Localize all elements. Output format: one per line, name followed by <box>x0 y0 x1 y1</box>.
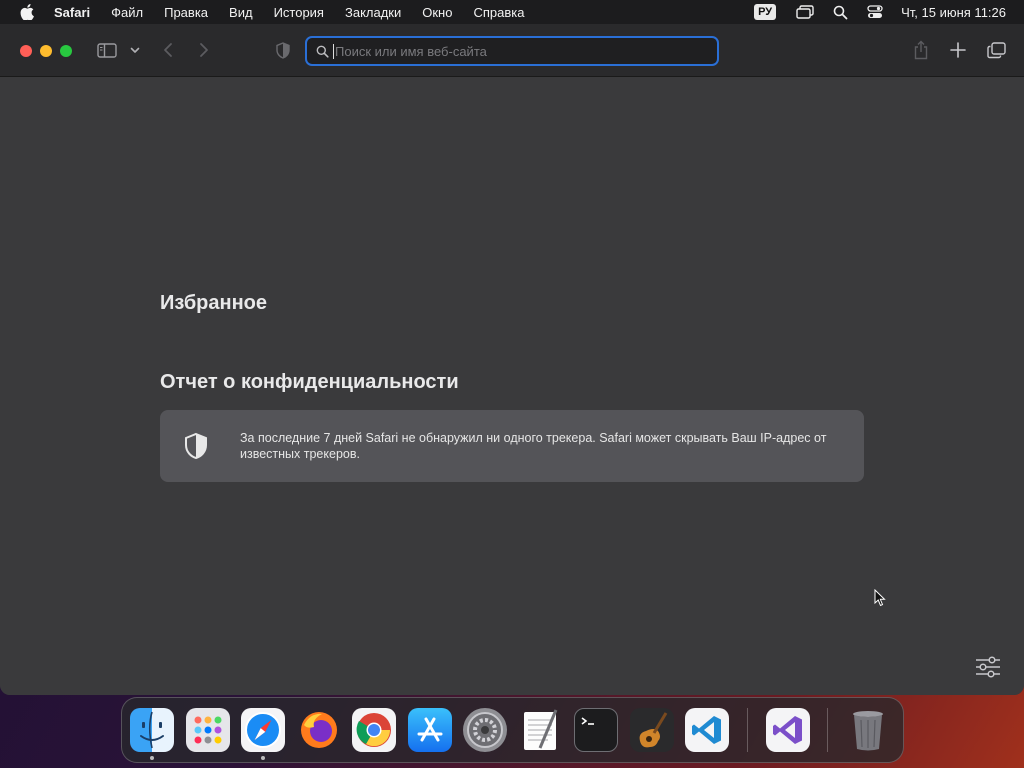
menu-clock[interactable]: Чт, 15 июня 11:26 <box>901 5 1006 20</box>
safari-window: Избранное Отчет о конфиденциальности За … <box>0 24 1024 695</box>
minimize-window-button[interactable] <box>40 45 52 57</box>
back-chevron-icon[interactable] <box>160 41 176 59</box>
finder-icon[interactable] <box>130 708 174 760</box>
new-tab-plus-icon[interactable] <box>948 40 968 60</box>
safari-icon[interactable] <box>241 708 285 760</box>
menu-app-name[interactable]: Safari <box>54 5 90 20</box>
forward-chevron-icon[interactable] <box>196 41 212 59</box>
apple-menu-icon[interactable] <box>18 3 36 21</box>
shield-icon <box>184 432 208 460</box>
spotlight-search-icon[interactable] <box>831 3 849 21</box>
sidebar-toggle-icon[interactable] <box>96 41 118 59</box>
menu-window[interactable]: Окно <box>422 5 452 20</box>
dock-separator <box>746 708 748 752</box>
system-settings-icon[interactable] <box>463 708 507 752</box>
address-bar[interactable] <box>305 36 719 66</box>
running-indicator <box>150 756 154 760</box>
menu-bar: Safari Файл Правка Вид История Закладки … <box>0 0 1024 24</box>
garageband-icon[interactable] <box>629 708 674 752</box>
menu-bookmarks[interactable]: Закладки <box>345 5 401 20</box>
search-icon <box>314 43 330 59</box>
firefox-icon[interactable] <box>297 708 341 752</box>
privacy-report-card[interactable]: За последние 7 дней Safari не обнаружил … <box>160 410 864 482</box>
trash-icon[interactable] <box>846 708 890 752</box>
mouse-pointer-icon <box>874 588 886 612</box>
menu-history[interactable]: История <box>274 5 324 20</box>
safari-toolbar <box>0 24 1024 77</box>
dock <box>121 697 904 763</box>
menu-edit[interactable]: Правка <box>164 5 208 20</box>
menu-help[interactable]: Справка <box>473 5 524 20</box>
share-icon[interactable] <box>911 39 931 61</box>
privacy-report-text: За последние 7 дней Safari не обнаружил … <box>240 431 827 461</box>
chrome-icon[interactable] <box>352 708 396 752</box>
control-center-icon[interactable] <box>866 3 884 21</box>
address-input[interactable] <box>335 43 705 59</box>
tab-groups-chevron-down-icon[interactable] <box>129 44 141 56</box>
zoom-window-button[interactable] <box>60 45 72 57</box>
screen-mirroring-icon[interactable] <box>796 3 814 21</box>
launchpad-icon[interactable] <box>185 708 230 752</box>
running-indicator <box>261 756 265 760</box>
vscode-icon[interactable] <box>685 708 729 752</box>
menu-view[interactable]: Вид <box>229 5 253 20</box>
terminal-icon[interactable] <box>574 708 618 752</box>
privacy-report-heading: Отчет о конфиденциальности <box>160 371 459 393</box>
text-caret <box>333 43 334 59</box>
menu-file[interactable]: Файл <box>111 5 143 20</box>
textedit-icon[interactable] <box>519 708 563 752</box>
tab-overview-icon[interactable] <box>985 40 1007 60</box>
input-source-badge[interactable]: РУ <box>754 4 777 20</box>
privacy-report-shield-icon[interactable] <box>275 41 291 59</box>
visual-studio-icon[interactable] <box>765 708 810 752</box>
app-store-icon[interactable] <box>407 708 452 752</box>
close-window-button[interactable] <box>20 45 32 57</box>
dock-separator <box>827 708 828 752</box>
start-page-settings-sliders-icon[interactable] <box>974 653 1002 681</box>
favorites-heading: Избранное <box>160 292 268 314</box>
start-page: Избранное Отчет о конфиденциальности За … <box>0 78 1024 695</box>
